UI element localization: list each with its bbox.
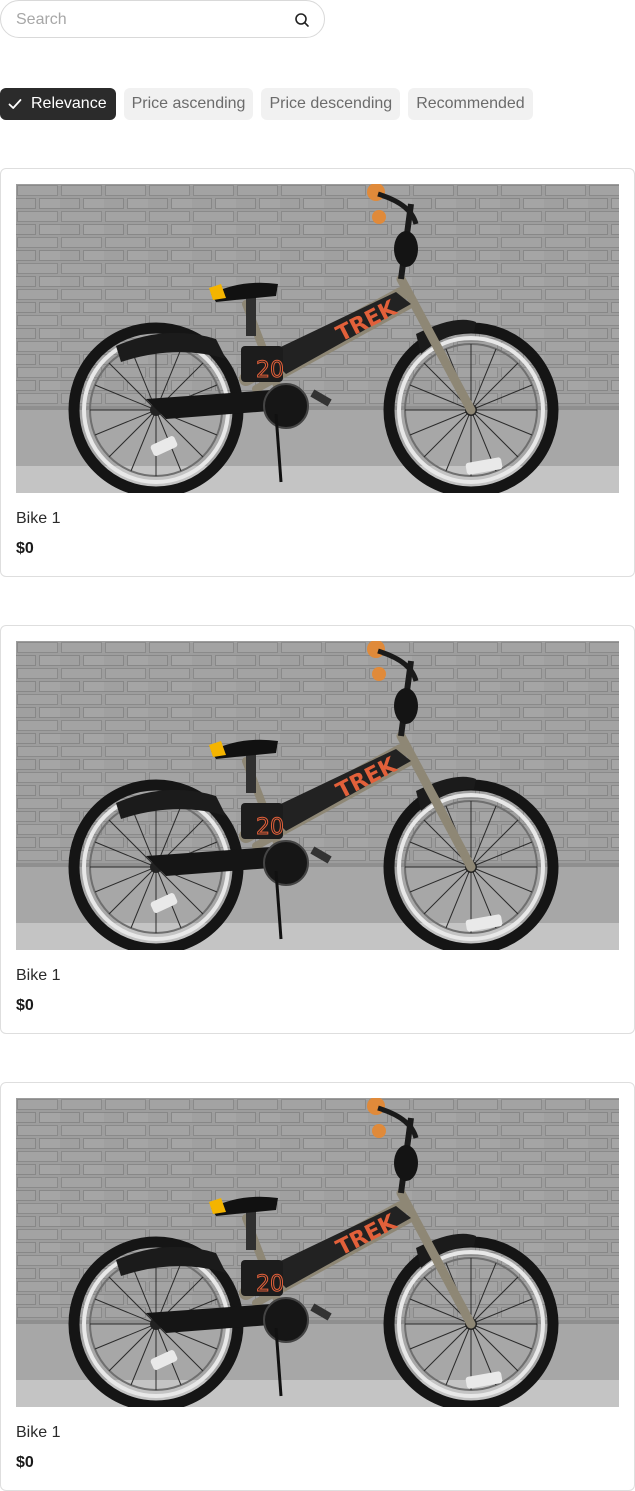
product-name[interactable]: Bike 1 [16,510,60,528]
product-card[interactable]: Bike 1 $0 [0,625,635,1034]
sort-chip-price-ascending[interactable]: Price ascending [123,88,254,120]
sort-options: Relevance Price ascending Price descendi… [0,88,533,120]
product-card[interactable]: Bike 1 $0 [0,1082,635,1491]
product-image[interactable] [16,184,619,493]
product-price: $0 [16,997,34,1014]
product-name[interactable]: Bike 1 [16,967,60,985]
product-name[interactable]: Bike 1 [16,1424,60,1442]
product-price: $0 [16,1454,34,1471]
sort-chip-recommended[interactable]: Recommended [408,88,533,120]
search-icon[interactable] [294,12,310,28]
sort-chip-relevance[interactable]: Relevance [0,88,116,120]
product-image[interactable] [16,641,619,950]
sort-chip-price-descending[interactable]: Price descending [261,88,401,120]
sort-chip-label: Recommended [416,95,525,112]
sort-chip-label: Price descending [269,95,393,112]
product-card[interactable]: Bike 1 $0 [0,168,635,577]
product-price: $0 [16,540,34,557]
check-icon [8,99,22,109]
search-box[interactable] [0,0,325,38]
search-input[interactable] [16,10,281,30]
product-image[interactable] [16,1098,619,1407]
sort-chip-label: Relevance [31,95,107,112]
sort-chip-label: Price ascending [131,95,246,112]
